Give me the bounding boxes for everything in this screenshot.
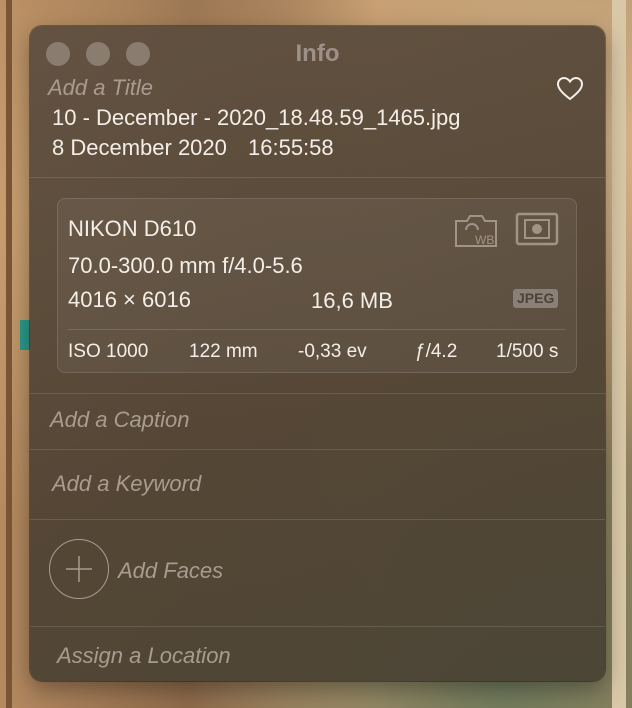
add-faces-button[interactable]	[49, 539, 109, 599]
add-faces-label[interactable]: Add Faces	[118, 558, 223, 584]
heart-outline-icon[interactable]	[556, 76, 584, 102]
camera-wb-icon: WB	[455, 215, 497, 247]
title-field[interactable]: Add a Title	[48, 75, 153, 101]
lens-info: 70.0-300.0 mm f/4.0-5.6	[68, 253, 303, 278]
focal-length-value: 122 mm	[189, 341, 258, 362]
window-title: Info	[295, 40, 340, 67]
divider	[30, 519, 605, 520]
keyword-field[interactable]: Add a Keyword	[52, 471, 201, 497]
metering-mode-icon	[515, 212, 559, 246]
divider	[30, 449, 605, 450]
file-size: 16,6 MB	[311, 288, 393, 313]
svg-text:WB: WB	[475, 233, 494, 247]
iso-value: ISO 1000	[68, 341, 149, 362]
caption-field[interactable]: Add a Caption	[50, 407, 189, 433]
divider	[30, 626, 605, 627]
plus-icon	[66, 556, 92, 582]
background-stripe	[612, 0, 626, 708]
background-stripe	[20, 320, 30, 350]
background-stripe	[6, 0, 12, 708]
shutter-speed-value: 1/500 s	[496, 341, 559, 362]
exposure-bias-value: -0,33 ev	[298, 341, 367, 362]
card-divider	[68, 329, 566, 330]
capture-date: 8 December 2020	[52, 135, 227, 160]
camera-model: NIKON D610	[68, 216, 197, 241]
camera-info-card: NIKON D610 70.0-300.0 mm f/4.0-5.6 4016 …	[57, 198, 577, 373]
file-name: 10 - December - 2020_18.48.59_1465.jpg	[52, 105, 461, 130]
capture-time: 16:55:58	[248, 135, 334, 160]
aperture-value: ƒ/4.2	[415, 341, 458, 362]
divider	[30, 393, 605, 394]
image-dimensions: 4016 × 6016	[68, 287, 191, 312]
location-field[interactable]: Assign a Location	[57, 643, 231, 669]
title-bar: Info	[30, 26, 605, 78]
format-badge: JPEG	[513, 289, 559, 308]
info-panel: Info Add a Title 10 - December - 2020_18…	[30, 26, 605, 681]
divider	[30, 177, 605, 178]
